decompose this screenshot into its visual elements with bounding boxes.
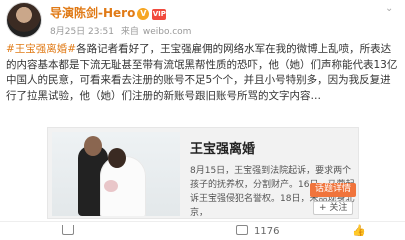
source-link[interactable]: weibo.com: [143, 27, 192, 37]
post-header: 导演陈剑-Hero V VIP 8月25日 23:51 来自 weibo.com ⌄: [0, 0, 405, 40]
avatar[interactable]: [6, 2, 42, 38]
comment-action[interactable]: 1176: [236, 225, 279, 237]
topic-details-button[interactable]: 话题详情: [310, 183, 357, 197]
like-icon: 👍: [352, 224, 366, 237]
like-action[interactable]: 👍: [352, 225, 370, 236]
share-icon: [62, 225, 74, 235]
bouquet: [104, 180, 118, 192]
topic-card-title[interactable]: 王宝强离婚: [190, 138, 255, 157]
post-meta: 8月25日 23:51 来自 weibo.com: [50, 24, 195, 37]
verified-badge-icon: V: [137, 8, 150, 20]
share-action[interactable]: [62, 225, 80, 237]
comment-count: 1176: [254, 226, 280, 237]
author-name-text[interactable]: 导演陈剑-Hero: [50, 6, 135, 20]
post-time[interactable]: 8月25日 23:51: [50, 27, 114, 37]
hashtag-link[interactable]: #王宝强离婚#: [6, 43, 76, 55]
action-bar: 1176 👍: [0, 221, 405, 240]
follow-button[interactable]: + 关注: [313, 201, 354, 215]
post-text: #王宝强离婚#各路记者看好了，王宝强雇佣的网络水军在我的微博上乱喷，所表达的内容…: [6, 42, 400, 104]
groom-head: [84, 136, 102, 156]
author-name[interactable]: 导演陈剑-Hero V VIP: [50, 4, 167, 21]
topic-card-image[interactable]: [52, 132, 180, 216]
source-prefix: 来自: [120, 27, 139, 37]
topic-card[interactable]: 王宝强离婚 8月15日，王宝强到法院起诉，要求两个孩子的抚养权，分割财产。16日…: [47, 127, 359, 219]
comment-icon: [236, 225, 248, 235]
bride-head: [108, 148, 126, 168]
vip-icon: VIP: [152, 9, 167, 20]
chevron-down-icon[interactable]: ⌄: [385, 4, 395, 14]
